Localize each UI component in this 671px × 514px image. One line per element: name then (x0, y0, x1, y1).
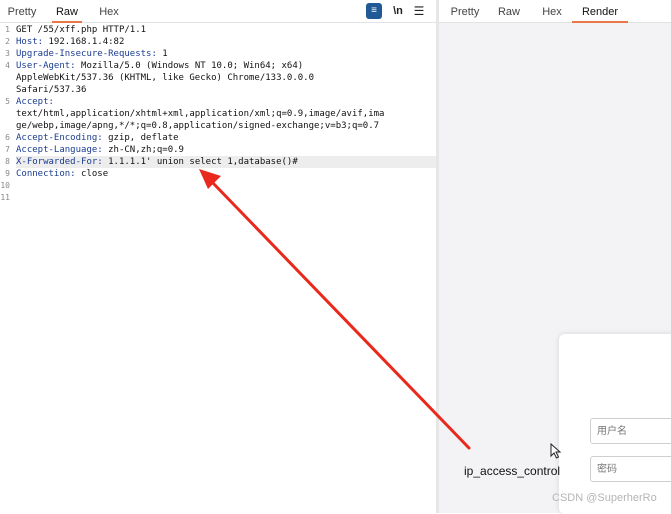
annotation-arrow-icon (199, 169, 471, 450)
watermark: CSDN @SuperherRo (552, 492, 657, 504)
